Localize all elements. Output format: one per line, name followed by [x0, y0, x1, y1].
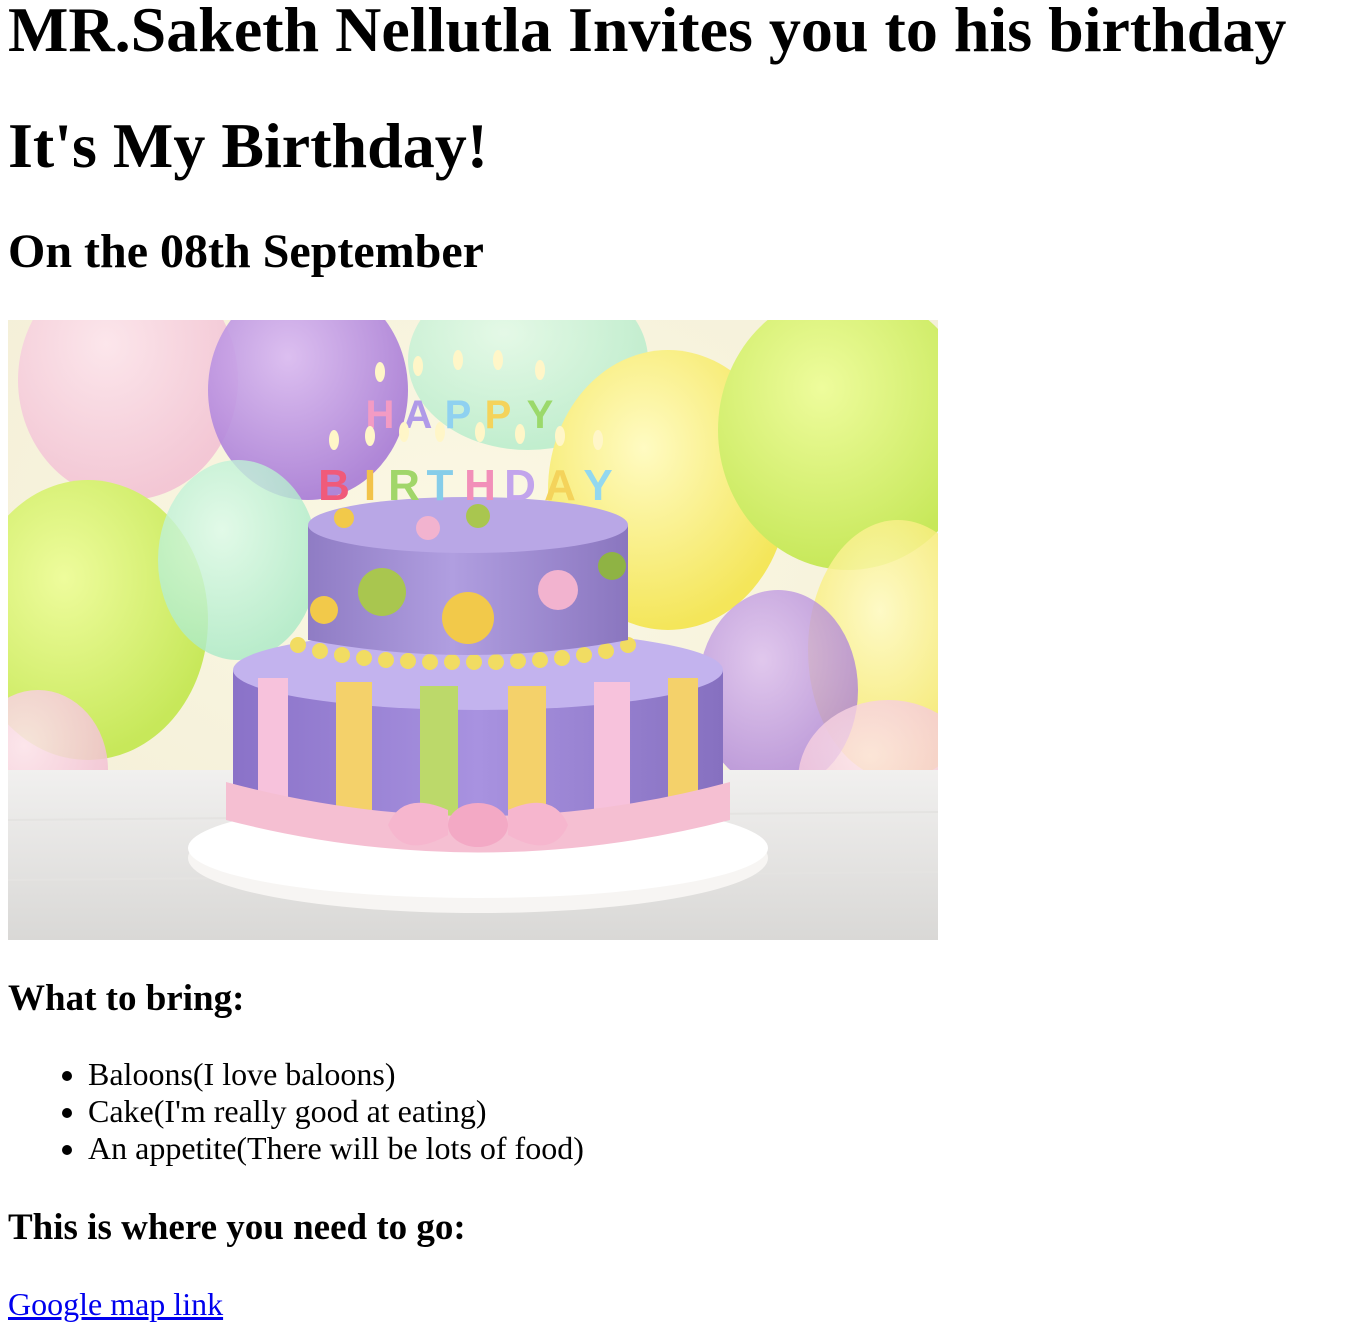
svg-text:P: P [445, 393, 472, 437]
svg-text:T: T [427, 461, 454, 510]
list-item: Cake(I'm really good at eating) [62, 1093, 584, 1130]
invite-title: MR.Saketh Nellutla Invites you to his bi… [8, 0, 1287, 65]
svg-text:Y: Y [527, 393, 554, 437]
list-item: Baloons(I love baloons) [62, 1056, 584, 1093]
svg-text:H: H [464, 461, 496, 510]
svg-text:D: D [504, 461, 536, 510]
bring-list: Baloons(I love baloons) Cake(I'm really … [48, 1056, 584, 1167]
svg-text:R: R [388, 461, 420, 510]
svg-text:B: B [318, 461, 350, 510]
birthday-heading: It's My Birthday! [8, 110, 488, 181]
birthday-cake-image: H A P P Y B I R T H D A Y [8, 320, 938, 940]
svg-text:P: P [485, 393, 512, 437]
what-to-bring-heading: What to bring: [8, 978, 245, 1019]
svg-text:A: A [544, 461, 576, 510]
list-item: An appetite(There will be lots of food) [62, 1130, 584, 1166]
location-heading: This is where you need to go: [8, 1207, 466, 1248]
date-heading: On the 08th September [8, 225, 484, 278]
svg-text:Y: Y [583, 461, 612, 510]
google-map-link[interactable]: Google map link [8, 1286, 223, 1323]
page: MR.Saketh Nellutla Invites you to his bi… [0, 0, 1368, 1330]
svg-text:I: I [364, 461, 376, 510]
